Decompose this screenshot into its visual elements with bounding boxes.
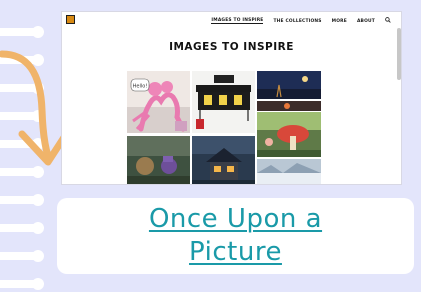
speech-bubble-text: Hello!	[133, 84, 148, 90]
spiral-ring	[0, 278, 44, 290]
page-title: IMAGES TO INSPIRE	[169, 41, 294, 53]
spiral-ring	[0, 250, 44, 262]
title-line-1[interactable]: Once Upon a	[57, 203, 414, 236]
snowy-landscape-image[interactable]	[257, 159, 321, 184]
stormy-house-image[interactable]	[192, 136, 255, 184]
night-sky-image[interactable]	[257, 71, 321, 99]
website-screenshot: IMAGES TO INSPIRE THE COLLECTIONS MORE A…	[62, 12, 401, 184]
nav-link-about[interactable]: ABOUT	[357, 19, 375, 24]
pink-creature-image[interactable]: Hello!	[127, 71, 190, 133]
site-logo[interactable]	[66, 15, 75, 24]
mushroom-forest-image[interactable]	[257, 112, 321, 157]
site-nav: IMAGES TO INSPIRE THE COLLECTIONS MORE A…	[211, 17, 391, 25]
spiral-ring	[0, 222, 44, 234]
orange-figure-image[interactable]	[257, 101, 321, 111]
blog-title-link[interactable]: Once Upon a Picture	[57, 203, 414, 269]
nav-link-images-to-inspire[interactable]: IMAGES TO INSPIRE	[211, 18, 264, 24]
spiral-ring	[0, 194, 44, 206]
title-line-2[interactable]: Picture	[57, 236, 414, 269]
theatre-image[interactable]	[192, 71, 255, 133]
nav-link-collections[interactable]: THE COLLECTIONS	[273, 19, 321, 24]
spiral-ring	[0, 26, 44, 38]
nav-link-more[interactable]: MORE	[332, 19, 347, 24]
scrollbar[interactable]	[397, 28, 401, 80]
forest-creatures-image[interactable]	[127, 136, 190, 184]
title-card: Once Upon a Picture	[57, 198, 414, 274]
search-icon[interactable]	[385, 17, 391, 25]
